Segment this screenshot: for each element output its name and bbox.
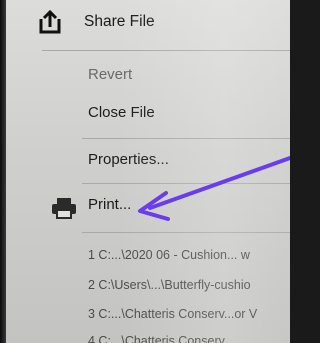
menu-divider [82,138,290,139]
printer-icon [50,196,78,224]
share-file-item[interactable]: Share File [39,9,155,35]
close-file-item[interactable]: Close File [88,104,155,121]
file-menu-panel: Share File Revert Close File Properties.… [6,0,290,343]
print-label: Print... [88,196,132,213]
revert-item[interactable]: Revert [88,66,132,83]
recent-file-item[interactable]: 2 C:\Users\...\Butterfly-cushio [88,278,251,292]
menu-divider [82,232,290,233]
properties-item[interactable]: Properties... [88,151,169,168]
menu-divider [82,183,290,184]
recent-file-item[interactable]: 4 C:...\Chatteris Conserv... [88,334,234,343]
share-icon [38,9,62,39]
share-file-label: Share File [84,13,155,30]
print-item[interactable]: Print... [50,196,132,219]
recent-file-item[interactable]: 1 C:...\2020 06 - Cushion... w [88,248,250,262]
menu-divider [42,50,290,51]
recent-file-item[interactable]: 3 C:...\Chatteris Conserv...or V [88,307,257,321]
photo-frame: Share File Revert Close File Properties.… [0,0,290,343]
